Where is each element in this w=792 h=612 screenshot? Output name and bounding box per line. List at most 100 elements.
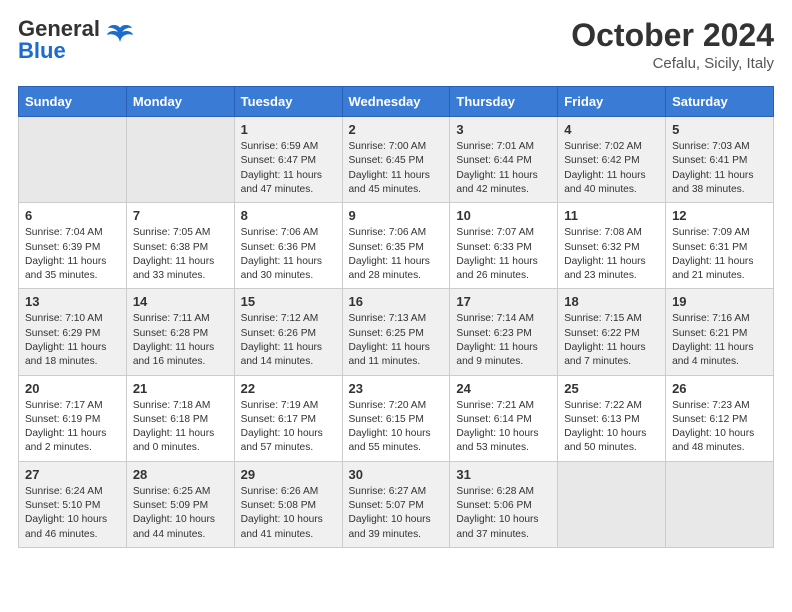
daylight-text: Daylight: 11 hours and 16 minutes. [133, 342, 214, 367]
sunset-text: Sunset: 6:42 PM [564, 155, 639, 166]
daylight-text: Daylight: 10 hours and 57 minutes. [241, 428, 323, 453]
calendar-day-cell: 16Sunrise: 7:13 AMSunset: 6:25 PMDayligh… [342, 289, 450, 375]
day-info: Sunrise: 7:08 AMSunset: 6:32 PMDaylight:… [564, 226, 659, 283]
day-number: 8 [241, 208, 336, 223]
daylight-text: Daylight: 11 hours and 28 minutes. [349, 256, 430, 281]
daylight-text: Daylight: 11 hours and 23 minutes. [564, 256, 645, 281]
daylight-text: Daylight: 11 hours and 40 minutes. [564, 170, 645, 195]
calendar-header-wednesday: Wednesday [342, 87, 450, 117]
sunrise-text: Sunrise: 7:16 AM [672, 313, 750, 324]
sunrise-text: Sunrise: 7:10 AM [25, 313, 103, 324]
logo-blue: Blue [18, 38, 66, 63]
calendar-week-row: 20Sunrise: 7:17 AMSunset: 6:19 PMDayligh… [19, 375, 774, 461]
calendar-header-saturday: Saturday [666, 87, 774, 117]
day-number: 7 [133, 208, 228, 223]
daylight-text: Daylight: 11 hours and 42 minutes. [456, 170, 537, 195]
day-info: Sunrise: 6:28 AMSunset: 5:06 PMDaylight:… [456, 485, 551, 542]
sunrise-text: Sunrise: 7:09 AM [672, 227, 750, 238]
calendar-day-cell: 29 Sunrise: 6:26 AMSunset: 5:08 PMDayligh… [234, 461, 342, 547]
day-info: Sunrise: 7:10 AM Sunset: 6:29 PM Daylight:… [25, 312, 120, 369]
calendar-header-monday: Monday [126, 87, 234, 117]
daylight-text: Daylight: 11 hours and 45 minutes. [349, 170, 430, 195]
sunset-text: Sunset: 6:45 PM [349, 155, 424, 166]
sunset-text: Sunset: 6:47 PM [241, 155, 316, 166]
sunset-text: Sunset: 6:41 PM [672, 155, 747, 166]
calendar-header-friday: Friday [558, 87, 666, 117]
daylight-text: Daylight: 11 hours and 26 minutes. [456, 256, 537, 281]
sunset-text: Sunset: 6:26 PM [241, 328, 316, 339]
day-info: Sunrise: 7:19 AMSunset: 6:17 PMDaylight:… [241, 399, 336, 456]
daylight-text: Daylight: 10 hours and 53 minutes. [456, 428, 538, 453]
sunset-text: Sunset: 6:32 PM [564, 242, 639, 253]
sunset-text: Sunset: 6:22 PM [564, 328, 639, 339]
daylight-text: Daylight: 11 hours and 38 minutes. [672, 170, 753, 195]
sunset-text: Sunset: 6:28 PM [133, 328, 208, 339]
sunrise-text: Sunrise: 7:17 AM [25, 400, 103, 411]
day-info: Sunrise: 7:23 AMSunset: 6:12 PMDaylight:… [672, 399, 767, 456]
daylight-text: Daylight: 10 hours and 55 minutes. [349, 428, 431, 453]
sunset-text: Sunset: 6:25 PM [349, 328, 424, 339]
day-number: 25 [564, 381, 659, 396]
sunset-text: Sunset: 5:10 PM [25, 500, 100, 511]
daylight-text: Daylight: 11 hours and 33 minutes. [133, 256, 214, 281]
calendar-day-cell: 20Sunrise: 7:17 AMSunset: 6:19 PMDayligh… [19, 375, 127, 461]
sunset-text: Sunset: 5:09 PM [133, 500, 208, 511]
sunset-text: Sunset: 6:13 PM [564, 414, 639, 425]
sunrise-text: Sunrise: 7:07 AM [456, 227, 534, 238]
daylight-text: Daylight: 11 hours and 4 minutes. [672, 342, 753, 367]
day-number: 1 [241, 122, 336, 137]
day-info: Sunrise: 7:11 AMSunset: 6:28 PMDaylight:… [133, 312, 228, 369]
day-info: Sunrise: 7:22 AMSunset: 6:13 PMDaylight:… [564, 399, 659, 456]
month-title: October 2024 [571, 18, 774, 53]
calendar-day-cell: 21Sunrise: 7:18 AMSunset: 6:18 PMDayligh… [126, 375, 234, 461]
daylight-text: Daylight: 10 hours and 44 minutes. [133, 514, 215, 539]
sunrise-text: Sunrise: 7:22 AM [564, 400, 642, 411]
sunrise-text: Sunrise: 7:19 AM [241, 400, 319, 411]
calendar-day-cell [126, 117, 234, 203]
calendar-day-cell: 26Sunrise: 7:23 AMSunset: 6:12 PMDayligh… [666, 375, 774, 461]
day-info: Sunrise: 7:03 AMSunset: 6:41 PMDaylight:… [672, 140, 767, 197]
sunrise-text: Sunrise: 7:06 AM [241, 227, 319, 238]
day-number: 30 [349, 467, 444, 482]
daylight-text: Daylight: 11 hours and 9 minutes. [456, 342, 537, 367]
calendar-day-cell: 28Sunrise: 6:25 AMSunset: 5:09 PMDayligh… [126, 461, 234, 547]
day-number: 21 [133, 381, 228, 396]
calendar-day-cell: 13 Sunrise: 7:10 AM Sunset: 6:29 PM Dayligh… [19, 289, 127, 375]
calendar-header-tuesday: Tuesday [234, 87, 342, 117]
calendar-day-cell: 11 Sunrise: 7:08 AMSunset: 6:32 PMDayligh… [558, 203, 666, 289]
calendar-week-row: 6Sunrise: 7:04 AMSunset: 6:39 PMDaylight… [19, 203, 774, 289]
day-number: 31 [456, 467, 551, 482]
daylight-text: Daylight: 11 hours and 14 minutes. [241, 342, 322, 367]
sunset-text: Sunset: 6:36 PM [241, 242, 316, 253]
day-info: Sunrise: 7:14 AMSunset: 6:23 PMDaylight:… [456, 312, 551, 369]
sunset-text: Sunset: 6:29 PM [25, 328, 100, 339]
daylight-text: Daylight: 10 hours and 37 minutes. [456, 514, 538, 539]
day-number: 11 [564, 208, 659, 223]
calendar-week-row: 13 Sunrise: 7:10 AM Sunset: 6:29 PM Dayligh… [19, 289, 774, 375]
day-number: 18 [564, 294, 659, 309]
sunset-text: Sunset: 6:15 PM [349, 414, 424, 425]
logo: General Blue [18, 18, 134, 62]
day-info: Sunrise: 7:13 AMSunset: 6:25 PMDaylight:… [349, 312, 444, 369]
day-number: 29 [241, 467, 336, 482]
day-number: 14 [133, 294, 228, 309]
sunset-text: Sunset: 5:06 PM [456, 500, 531, 511]
day-info: Sunrise: 7:20 AMSunset: 6:15 PMDaylight:… [349, 399, 444, 456]
location: Cefalu, Sicily, Italy [571, 55, 774, 72]
day-info: Sunrise: 7:01 AMSunset: 6:44 PMDaylight:… [456, 140, 551, 197]
calendar-table: SundayMondayTuesdayWednesdayThursdayFrid… [18, 86, 774, 548]
day-number: 13 [25, 294, 120, 309]
day-info: Sunrise: 6:26 AMSunset: 5:08 PMDaylight:… [241, 485, 336, 542]
day-info: Sunrise: 7:04 AMSunset: 6:39 PMDaylight:… [25, 226, 120, 283]
daylight-text: Daylight: 11 hours and 18 minutes. [25, 342, 106, 367]
calendar-day-cell: 30Sunrise: 6:27 AMSunset: 5:07 PMDayligh… [342, 461, 450, 547]
calendar-day-cell: 6Sunrise: 7:04 AMSunset: 6:39 PMDaylight… [19, 203, 127, 289]
sunset-text: Sunset: 6:12 PM [672, 414, 747, 425]
calendar-day-cell: 5Sunrise: 7:03 AMSunset: 6:41 PMDaylight… [666, 117, 774, 203]
day-info: Sunrise: 6:24 AMSunset: 5:10 PMDaylight:… [25, 485, 120, 542]
sunrise-text: Sunrise: 6:24 AM [25, 486, 103, 497]
calendar-day-cell: 17Sunrise: 7:14 AMSunset: 6:23 PMDayligh… [450, 289, 558, 375]
day-number: 27 [25, 467, 120, 482]
sunrise-text: Sunrise: 7:13 AM [349, 313, 427, 324]
sunrise-text: Sunrise: 6:27 AM [349, 486, 427, 497]
